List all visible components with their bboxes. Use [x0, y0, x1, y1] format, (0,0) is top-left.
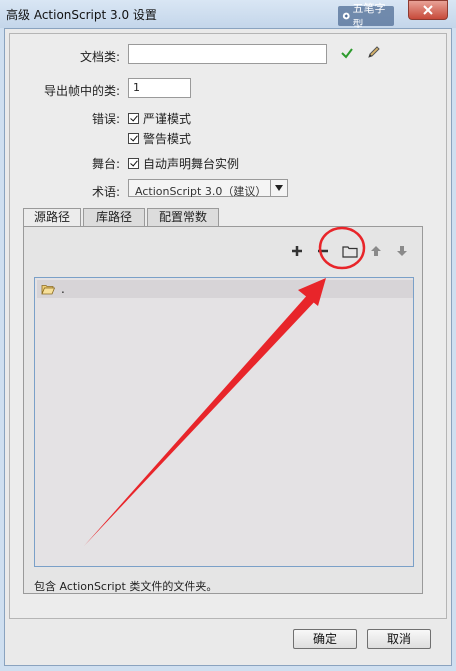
tab-library-path[interactable]: 库路径 [83, 208, 145, 226]
stage-label: 舞台: [91, 157, 120, 171]
auto-declare-checkbox[interactable]: 自动声明舞台实例 [128, 155, 239, 172]
title-bar: 高级 ActionScript 3.0 设置 五笔字型 [0, 0, 456, 31]
checkbox-checked[interactable] [128, 113, 139, 124]
list-item[interactable]: . [37, 280, 413, 298]
cancel-button[interactable]: 取消 [367, 629, 431, 649]
window-title: 高级 ActionScript 3.0 设置 [6, 8, 157, 22]
strict-mode-checkbox[interactable]: 严谨模式 [128, 110, 191, 127]
warnings-mode-label: 警告模式 [143, 132, 192, 146]
source-path-hint: 包含 ActionScript 类文件的文件夹。 [34, 580, 218, 593]
open-folder-icon [41, 284, 55, 294]
edit-pencil-icon[interactable] [366, 44, 382, 63]
move-down-button[interactable] [394, 243, 410, 259]
watermark: 五笔字型 [338, 2, 394, 31]
tab-config-constants[interactable]: 配置常数 [147, 208, 219, 226]
settings-panel: 文档类: 导出帧中的类: 1 错误: 严谨模式 警告模式 舞台: 自动声明舞台实… [9, 33, 447, 619]
doc-class-input[interactable] [128, 44, 327, 64]
source-path-list[interactable]: . [34, 277, 414, 567]
strict-mode-label: 严谨模式 [143, 112, 192, 126]
watermark-logo-icon [342, 12, 350, 20]
dialect-value: ActionScript 3.0（建议） [135, 185, 267, 198]
browse-folder-button[interactable] [342, 243, 358, 259]
dialect-label: 术语: [91, 185, 120, 199]
remove-path-button[interactable] [315, 243, 331, 259]
warnings-mode-checkbox[interactable]: 警告模式 [128, 130, 191, 147]
dialog-frame: 文档类: 导出帧中的类: 1 错误: 严谨模式 警告模式 舞台: 自动声明舞台实… [4, 28, 452, 666]
auto-declare-label: 自动声明舞台实例 [143, 157, 240, 171]
dialect-select[interactable]: ActionScript 3.0（建议） [128, 179, 288, 198]
add-path-button[interactable] [289, 243, 305, 259]
checkbox-checked[interactable] [128, 158, 139, 169]
arrow-down-icon [397, 246, 407, 256]
errors-label: 错误: [91, 112, 120, 126]
plus-icon [292, 246, 302, 256]
chevron-down-icon[interactable] [270, 180, 287, 196]
checkbox-checked[interactable] [128, 133, 139, 144]
minus-icon [318, 249, 328, 253]
move-up-button[interactable] [368, 243, 384, 259]
folder-icon [342, 245, 358, 258]
arrow-up-icon [371, 246, 381, 256]
validate-check-icon[interactable] [340, 46, 354, 63]
tab-source-path[interactable]: 源路径 [23, 208, 81, 227]
close-button[interactable] [408, 0, 448, 20]
list-item-label: . [61, 282, 65, 296]
export-frame-input[interactable]: 1 [128, 78, 191, 98]
source-path-tabpanel: . [23, 226, 423, 594]
export-frame-label: 导出帧中的类: [43, 84, 120, 98]
doc-class-label: 文档类: [79, 50, 120, 64]
ok-button[interactable]: 确定 [293, 629, 357, 649]
close-icon [423, 5, 433, 15]
